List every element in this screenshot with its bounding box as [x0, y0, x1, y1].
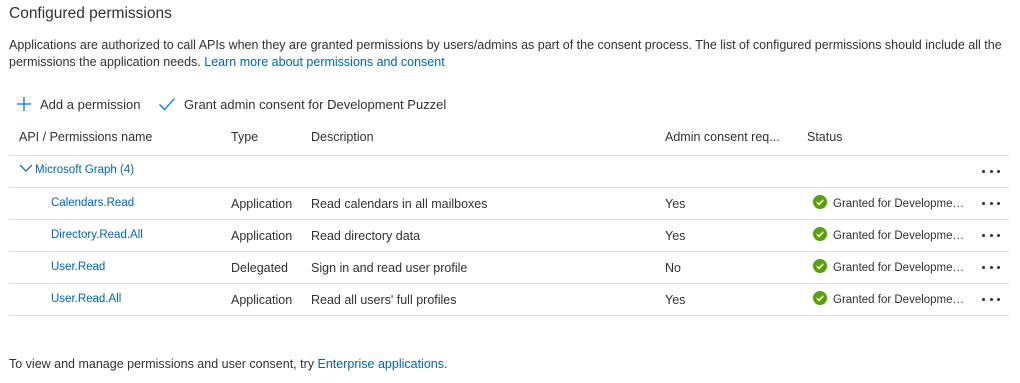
add-permission-label: Add a permission	[40, 96, 141, 112]
permission-description: Read all users' full profiles	[311, 293, 457, 307]
admin-consent-value: Yes	[665, 197, 686, 211]
enterprise-applications-link[interactable]: Enterprise applications	[318, 357, 444, 371]
row-more-actions-icon[interactable]	[982, 230, 1000, 240]
column-header-api-name[interactable]: API / Permissions name	[19, 130, 152, 144]
checkmark-icon	[158, 96, 176, 112]
check-circle-icon	[813, 291, 827, 308]
row-more-actions-icon[interactable]	[982, 294, 1000, 304]
permission-description: Sign in and read user profile	[311, 261, 468, 275]
status-text: Granted for Development Puzzel	[833, 261, 965, 274]
row-more-actions-icon[interactable]	[982, 262, 1000, 272]
admin-consent-value: No	[665, 261, 681, 275]
grant-admin-consent-label: Grant admin consent for Development Puzz…	[184, 96, 447, 112]
check-circle-icon	[813, 259, 827, 276]
row-divider	[9, 251, 1009, 252]
footer-text: To view and manage permissions and user …	[9, 357, 315, 371]
column-header-status[interactable]: Status	[807, 130, 842, 144]
permission-description: Read calendars in all mailboxes	[311, 197, 488, 211]
check-circle-icon	[813, 227, 827, 244]
row-divider	[9, 187, 1009, 188]
permission-name-link[interactable]: User.Read.All	[51, 293, 121, 305]
permission-type: Application	[231, 197, 293, 211]
footer-suffix: .	[443, 357, 448, 371]
permission-type: Delegated	[231, 261, 288, 275]
status-badge: Granted for Development Puzzel	[813, 291, 965, 308]
permission-name-link[interactable]: Directory.Read.All	[51, 229, 143, 241]
group-more-actions-icon[interactable]	[982, 166, 1000, 176]
section-description: Applications are authorized to call APIs…	[9, 37, 1009, 71]
description-text: Applications are authorized to call APIs…	[9, 38, 1002, 69]
permission-name-link[interactable]: Calendars.Read	[51, 197, 134, 209]
row-divider	[9, 283, 1009, 284]
permission-type: Application	[231, 293, 293, 307]
header-divider	[9, 155, 1009, 156]
check-circle-icon	[813, 195, 827, 212]
row-more-actions-icon[interactable]	[982, 198, 1000, 208]
group-microsoft-graph[interactable]: Microsoft Graph (4)	[19, 163, 134, 176]
status-badge: Granted for Development Puzzel	[813, 195, 965, 212]
group-label: Microsoft Graph (4)	[35, 163, 135, 176]
status-text: Granted for Development Puzzel	[833, 197, 965, 210]
column-header-description[interactable]: Description	[311, 130, 374, 144]
section-title: Configured permissions	[9, 5, 172, 22]
permission-description: Read directory data	[311, 229, 421, 243]
row-divider	[9, 219, 1009, 220]
grant-admin-consent-button[interactable]: Grant admin consent for Development Puzz…	[158, 94, 446, 114]
column-header-type[interactable]: Type	[231, 130, 258, 144]
status-badge: Granted for Development Puzzel	[813, 227, 965, 244]
admin-consent-value: Yes	[665, 293, 686, 307]
column-header-admin-consent[interactable]: Admin consent req...	[665, 130, 780, 144]
add-permission-button[interactable]: Add a permission	[16, 94, 140, 114]
status-text: Granted for Development Puzzel	[833, 229, 965, 242]
status-text: Granted for Development Puzzel	[833, 293, 965, 306]
admin-consent-value: Yes	[665, 229, 686, 243]
permission-name-link[interactable]: User.Read	[51, 261, 105, 273]
table-bottom-divider	[9, 315, 1009, 316]
chevron-down-icon	[19, 163, 33, 176]
plus-icon	[16, 96, 32, 112]
footer-note: To view and manage permissions and user …	[9, 357, 447, 371]
learn-more-link[interactable]: Learn more about permissions and consent	[204, 55, 444, 69]
status-badge: Granted for Development Puzzel	[813, 259, 965, 276]
permission-type: Application	[231, 229, 293, 243]
